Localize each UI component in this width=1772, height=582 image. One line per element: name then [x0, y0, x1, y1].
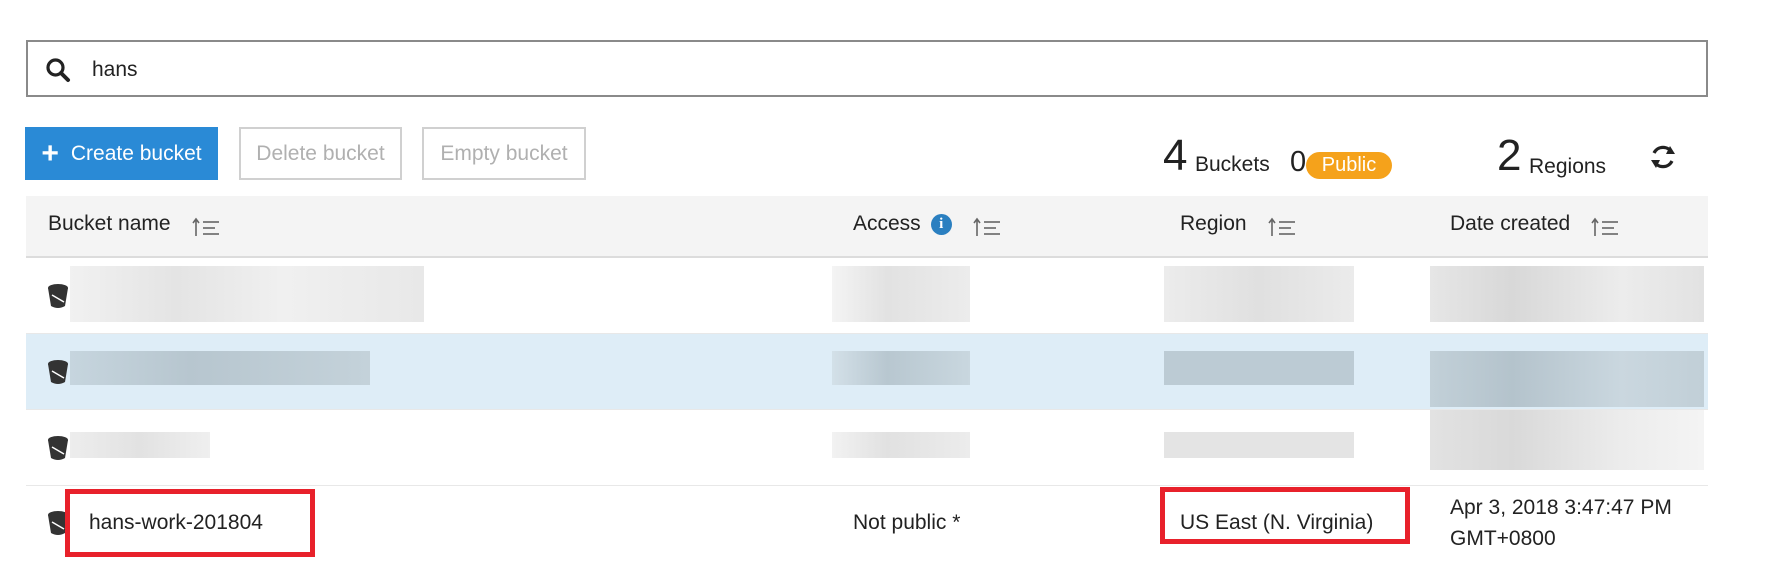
column-region-label: Region	[1180, 212, 1247, 235]
regions-count: 2	[1497, 131, 1522, 180]
column-region[interactable]: Region	[1180, 210, 1297, 238]
date-created-line2: GMT+0800	[1450, 527, 1556, 550]
create-bucket-button[interactable]: + Create bucket	[25, 127, 218, 180]
access-value: Not public *	[853, 511, 961, 534]
public-badge: Public	[1306, 152, 1392, 179]
search-bar	[26, 40, 1708, 97]
table-row[interactable]	[26, 334, 1708, 410]
redacted-date	[1430, 351, 1704, 407]
table-header: Bucket name Access i Region Date created	[26, 196, 1708, 258]
redacted-bucket-name	[70, 351, 370, 385]
table-row[interactable]	[26, 258, 1708, 334]
regions-label: Regions	[1529, 155, 1607, 178]
empty-bucket-label: Empty bucket	[440, 141, 568, 165]
sort-icon[interactable]	[972, 216, 1002, 238]
table-row[interactable]	[26, 410, 1708, 486]
redacted-bucket-name	[70, 432, 210, 458]
redacted-access	[832, 432, 970, 458]
redacted-access	[832, 266, 970, 322]
delete-bucket-button[interactable]: Delete bucket	[239, 127, 402, 180]
column-access[interactable]: Access i	[853, 210, 1002, 238]
bucket-icon	[48, 436, 68, 460]
redacted-region	[1164, 351, 1354, 385]
search-icon	[46, 58, 70, 82]
refresh-icon[interactable]	[1648, 142, 1678, 172]
public-count: 0	[1290, 146, 1307, 178]
redacted-region	[1164, 432, 1354, 458]
column-bucket-name[interactable]: Bucket name	[48, 210, 221, 238]
sort-icon[interactable]	[1267, 216, 1297, 238]
bucket-icon	[48, 284, 68, 308]
create-bucket-label: Create bucket	[70, 141, 202, 165]
redacted-access	[832, 351, 970, 385]
bucket-icon	[48, 360, 68, 384]
search-input[interactable]	[90, 51, 1674, 89]
sort-icon[interactable]	[1590, 216, 1620, 238]
buckets-count: 4	[1163, 131, 1188, 180]
column-bucket-name-label: Bucket name	[48, 212, 171, 235]
column-access-label: Access	[853, 212, 921, 235]
column-date-created[interactable]: Date created	[1450, 210, 1620, 238]
redacted-region	[1164, 266, 1354, 322]
redacted-bucket-name	[70, 266, 424, 322]
redacted-date	[1430, 266, 1704, 322]
redacted-date	[1430, 410, 1704, 470]
delete-bucket-label: Delete bucket	[256, 141, 385, 165]
empty-bucket-button[interactable]: Empty bucket	[422, 127, 586, 180]
info-icon[interactable]: i	[930, 213, 952, 235]
date-created-line1: Apr 3, 2018 3:47:47 PM	[1450, 496, 1672, 519]
plus-icon: +	[41, 136, 59, 170]
buckets-label: Buckets	[1195, 153, 1270, 176]
highlight-box-bucket-name	[65, 489, 315, 557]
sort-icon[interactable]	[191, 216, 221, 238]
column-date-created-label: Date created	[1450, 212, 1571, 235]
highlight-box-region	[1160, 487, 1410, 544]
